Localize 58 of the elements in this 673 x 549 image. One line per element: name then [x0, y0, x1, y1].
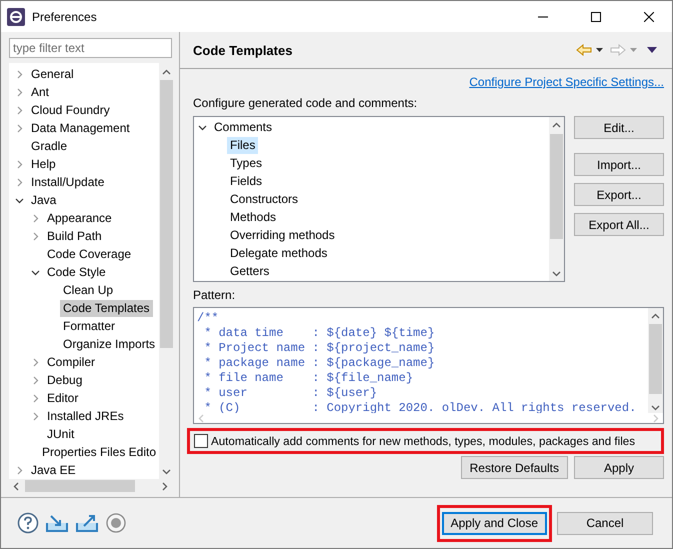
- dialog-button[interactable]: Cancel: [557, 512, 653, 534]
- tree-item[interactable]: Formatter: [60, 318, 118, 334]
- dialog-button[interactable]: Apply and Close: [442, 512, 547, 534]
- tree-item[interactable]: Data Management: [28, 120, 133, 136]
- tree-item[interactable]: Organize Imports: [60, 336, 158, 352]
- tree-item[interactable]: Compiler: [44, 354, 98, 370]
- side-button[interactable]: Edit...: [574, 116, 664, 139]
- page-button[interactable]: Restore Defaults: [460, 456, 568, 479]
- vertical-scrollbar[interactable]: [648, 308, 663, 413]
- import-icon[interactable]: [45, 513, 69, 533]
- view-menu-icon[interactable]: [644, 46, 660, 54]
- window-title: Preferences: [32, 10, 98, 24]
- tree-item[interactable]: Installed JREs: [44, 408, 127, 424]
- template-item[interactable]: Files: [227, 136, 258, 154]
- template-item[interactable]: Getters: [227, 262, 272, 280]
- tree-item[interactable]: Code Style: [44, 264, 109, 280]
- tree-item[interactable]: Ant: [28, 84, 52, 100]
- tree-item[interactable]: Properties Files Edito: [38, 444, 159, 460]
- checkbox-label: Automatically add comments for new methods, types, modules, packages and files: [211, 434, 636, 448]
- filter-field[interactable]: type filter text: [9, 38, 172, 58]
- side-button[interactable]: Export All...: [574, 213, 664, 236]
- help-icon[interactable]: [17, 512, 39, 534]
- tree-item[interactable]: Appearance: [44, 210, 115, 226]
- tree-item[interactable]: Install/Update: [28, 174, 108, 190]
- tree-item[interactable]: Editor: [44, 390, 82, 406]
- template-item[interactable]: Overriding methods: [227, 226, 338, 244]
- pattern-label: Pattern:: [193, 288, 236, 302]
- tree-item[interactable]: Debug: [44, 372, 86, 388]
- template-item[interactable]: Delegate methods: [227, 244, 330, 262]
- vertical-scrollbar[interactable]: [549, 117, 564, 281]
- side-button[interactable]: Import...: [574, 153, 664, 176]
- page-title: Code Templates: [193, 42, 294, 58]
- tree-item[interactable]: Gradle: [28, 138, 70, 154]
- tree-item[interactable]: Build Path: [44, 228, 105, 244]
- template-item[interactable]: Methods: [227, 208, 280, 226]
- tree-label: Configure generated code and comments:: [193, 96, 418, 110]
- checkbox[interactable]: [194, 434, 208, 448]
- tree-item[interactable]: Java: [28, 192, 60, 208]
- template-item[interactable]: Types: [227, 154, 266, 172]
- tree-item[interactable]: Cloud Foundry: [28, 102, 113, 118]
- template-item[interactable]: Constructors: [227, 190, 302, 208]
- tree-item[interactable]: Code Coverage: [44, 246, 134, 262]
- tree-item[interactable]: Clean Up: [60, 282, 116, 298]
- tree-item[interactable]: Help: [28, 156, 59, 172]
- tree-item[interactable]: Code Templates: [60, 300, 152, 316]
- side-button[interactable]: Export...: [574, 183, 664, 206]
- project-settings-link[interactable]: Configure Project Specific Settings...: [469, 75, 664, 89]
- page-button[interactable]: Apply: [574, 456, 664, 479]
- export-icon[interactable]: [75, 513, 99, 533]
- close-icon[interactable]: [644, 12, 654, 22]
- tree-item[interactable]: General: [28, 66, 77, 82]
- maximize-icon[interactable]: [591, 12, 601, 22]
- tree-item[interactable]: JUnit: [44, 426, 78, 442]
- template-item[interactable]: Fields: [227, 172, 266, 190]
- template-item[interactable]: Comments: [211, 118, 276, 136]
- app-icon: [7, 8, 25, 26]
- record-icon[interactable]: [105, 512, 127, 534]
- tree-item[interactable]: Java EE: [28, 462, 79, 478]
